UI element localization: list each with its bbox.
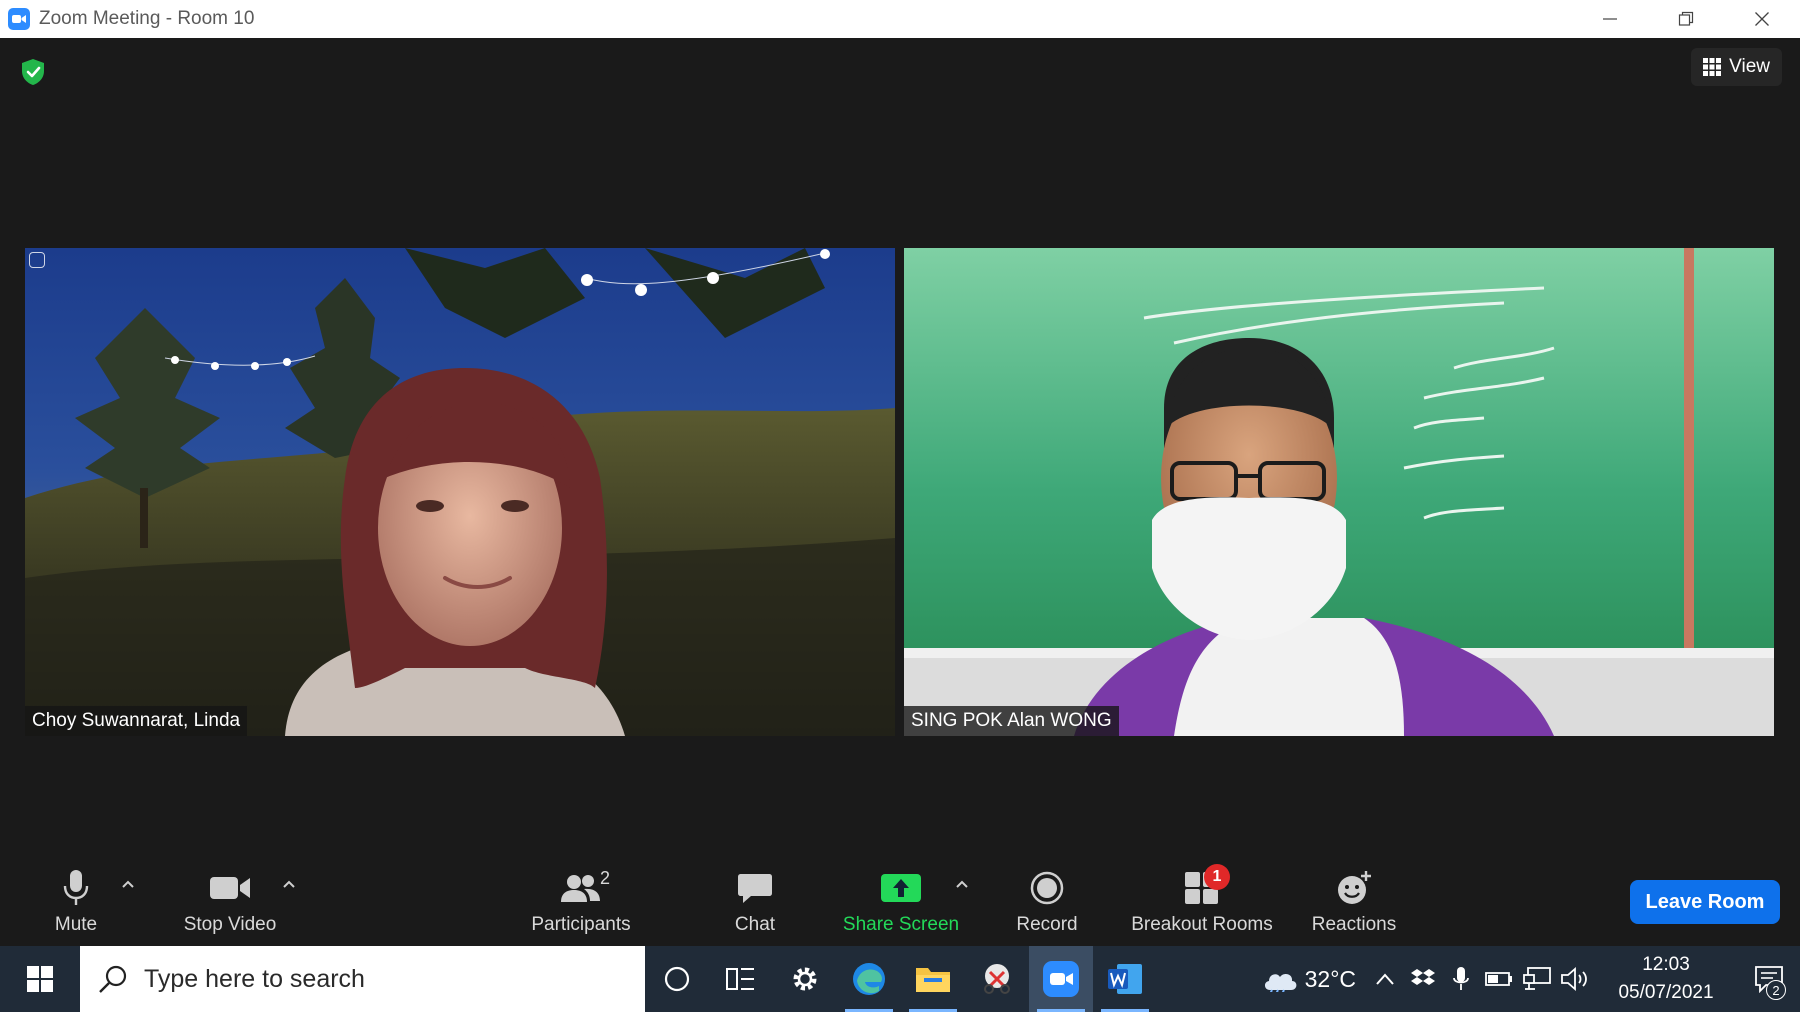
share-screen-button[interactable]: Share Screen <box>840 866 962 944</box>
participant-1-video <box>25 248 895 736</box>
restore-icon <box>1678 11 1694 26</box>
clock-time: 12:03 <box>1642 954 1690 975</box>
windows-taskbar: Type here to search 32°C 12:03 05/07/202… <box>0 946 1800 1012</box>
participant-name-tag: SING POK Alan WONG <box>904 706 1119 736</box>
snipping-tool-taskbar-button[interactable] <box>965 946 1029 1012</box>
view-label: View <box>1729 56 1770 77</box>
windows-logo-icon <box>27 966 53 992</box>
close-icon <box>1755 12 1769 26</box>
record-icon <box>1030 871 1064 905</box>
chat-button[interactable]: Chat <box>730 866 780 944</box>
participants-button[interactable]: 2 Participants <box>526 866 636 944</box>
chevron-up-icon <box>1376 973 1394 985</box>
tile-options-icon[interactable] <box>29 252 45 268</box>
close-button[interactable] <box>1724 0 1800 38</box>
network-tray-button[interactable] <box>1518 946 1556 1012</box>
participants-icon <box>561 875 600 902</box>
window-controls <box>1572 0 1800 38</box>
settings-taskbar-button[interactable] <box>773 946 837 1012</box>
mute-label: Mute <box>54 914 98 935</box>
grid-view-icon <box>1703 58 1722 76</box>
security-shield-icon[interactable] <box>20 58 46 86</box>
reactions-label: Reactions <box>1311 914 1397 935</box>
edge-browser-icon <box>853 963 885 995</box>
zoom-taskbar-button[interactable] <box>1029 946 1093 1012</box>
cortana-button[interactable] <box>645 946 709 1012</box>
window-title: Zoom Meeting - Room 10 <box>39 8 255 29</box>
audio-options-caret-icon[interactable] <box>120 878 136 890</box>
speaker-volume-icon <box>1561 967 1587 991</box>
reactions-button[interactable]: Reactions <box>1310 866 1398 944</box>
video-tile-participant-2[interactable]: SING POK Alan WONG <box>904 248 1774 736</box>
start-button[interactable] <box>0 946 80 1012</box>
task-view-button[interactable] <box>709 946 773 1012</box>
word-app-icon <box>1108 964 1142 994</box>
microphone-icon <box>63 870 89 905</box>
record-label: Record <box>1016 914 1078 935</box>
chat-bubble-icon <box>738 874 772 903</box>
chat-label: Chat <box>734 914 776 935</box>
minimize-icon <box>1603 18 1617 20</box>
breakout-badge: 1 <box>1204 864 1230 890</box>
stop-video-button[interactable]: Stop Video <box>178 866 282 944</box>
network-icon <box>1523 967 1551 990</box>
share-options-caret-icon[interactable] <box>954 878 970 890</box>
meeting-area: View Choy Suwannarat, Linda SING POK Ala… <box>0 38 1800 858</box>
restore-button[interactable] <box>1648 0 1724 38</box>
stop-video-label: Stop Video <box>183 914 277 935</box>
title-bar: Zoom Meeting - Room 10 <box>0 0 1800 38</box>
participant-name-tag: Choy Suwannarat, Linda <box>25 706 248 736</box>
search-placeholder: Type here to search <box>144 964 365 993</box>
dropbox-icon <box>1411 969 1435 985</box>
smiley-reaction-icon <box>1338 871 1371 904</box>
minimize-button[interactable] <box>1572 0 1648 38</box>
notification-count: 2 <box>1766 980 1786 1000</box>
weather-button[interactable] <box>1261 946 1299 1012</box>
cloud-weather-icon <box>1264 973 1296 992</box>
meeting-toolbar: Mute Stop Video 2 Participants Chat Shar… <box>0 858 1800 946</box>
temperature-label[interactable]: 32°C <box>1305 966 1356 993</box>
action-center-button[interactable]: 2 <box>1738 946 1800 1012</box>
view-button[interactable]: View <box>1691 48 1782 86</box>
video-tile-participant-1[interactable]: Choy Suwannarat, Linda <box>25 248 895 736</box>
gear-icon <box>793 967 817 991</box>
task-view-icon <box>726 968 754 990</box>
participants-label: Participants <box>531 914 631 935</box>
snipping-tool-icon <box>984 964 1010 994</box>
folder-icon <box>916 968 950 992</box>
taskbar-clock[interactable]: 12:03 05/07/2021 <box>1606 951 1726 1007</box>
participant-2-video <box>904 248 1774 736</box>
share-screen-icon <box>881 874 921 902</box>
microphone-tray-button[interactable] <box>1442 946 1480 1012</box>
show-hidden-icons-button[interactable] <box>1366 946 1404 1012</box>
zoom-app-icon <box>1043 961 1079 997</box>
zoom-app-icon <box>8 8 30 30</box>
taskbar-search-box[interactable]: Type here to search <box>80 946 645 1012</box>
battery-icon <box>1485 972 1512 986</box>
leave-room-button[interactable]: Leave Room <box>1630 880 1780 924</box>
record-button[interactable]: Record <box>1012 866 1082 944</box>
breakout-rooms-label: Breakout Rooms <box>1131 914 1273 935</box>
edge-taskbar-button[interactable] <box>837 946 901 1012</box>
video-options-caret-icon[interactable] <box>281 878 297 890</box>
system-tray: 32°C 12:03 05/07/2021 2 <box>1261 946 1800 1012</box>
share-screen-label: Share Screen <box>842 914 960 935</box>
participants-count: 2 <box>600 868 611 888</box>
video-camera-icon <box>210 877 250 899</box>
word-taskbar-button[interactable] <box>1093 946 1157 1012</box>
file-explorer-taskbar-button[interactable] <box>901 946 965 1012</box>
microphone-tray-icon <box>1453 967 1469 990</box>
cortana-circle-icon <box>664 966 690 992</box>
breakout-rooms-button[interactable]: 1 Breakout Rooms <box>1128 864 1276 944</box>
battery-tray-button[interactable] <box>1480 946 1518 1012</box>
search-icon <box>99 965 127 993</box>
volume-tray-button[interactable] <box>1556 946 1594 1012</box>
clock-date: 05/07/2021 <box>1618 982 1714 1003</box>
dropbox-tray-button[interactable] <box>1404 946 1442 1012</box>
mute-button[interactable]: Mute <box>48 866 104 944</box>
